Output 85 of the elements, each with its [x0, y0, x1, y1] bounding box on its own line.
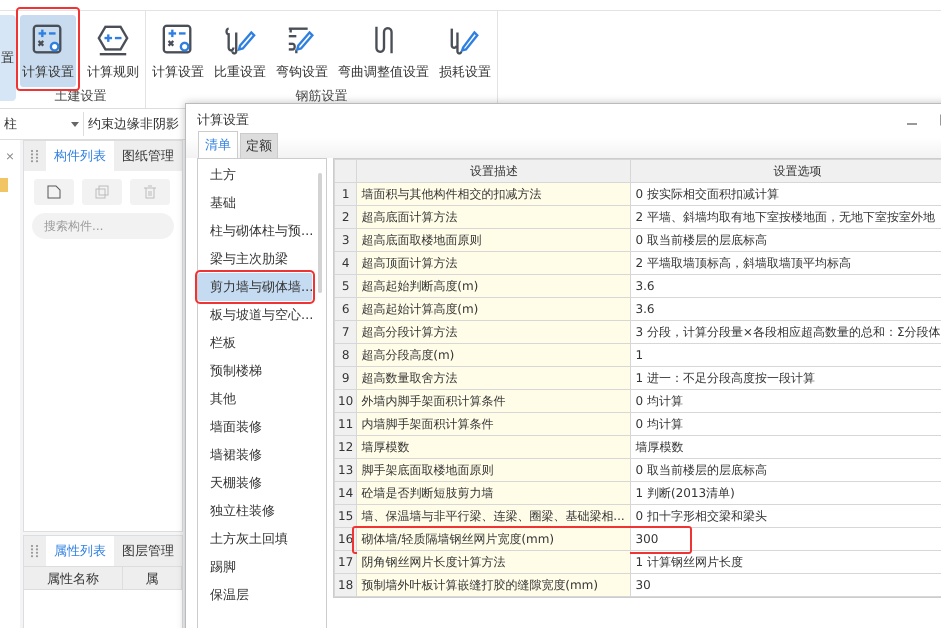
- row-number: 2: [334, 206, 357, 228]
- dialog-tab[interactable]: 定额: [240, 133, 278, 158]
- table-cell: 外墙内脚手架面积计算条件: [356, 390, 631, 412]
- table-cell: 墙厚模数: [356, 436, 631, 458]
- scrollbar[interactable]: [318, 173, 322, 293]
- dialog-title: 计算设置: [197, 112, 250, 129]
- ribbon-button[interactable]: 置: [0, 15, 16, 101]
- search-field[interactable]: 搜索构件...: [32, 213, 174, 239]
- category-item[interactable]: 墙面装修: [198, 413, 312, 441]
- row-number: 3: [334, 228, 357, 252]
- close-button[interactable]: ×: [6, 148, 14, 164]
- new-button[interactable]: [34, 179, 74, 205]
- row-number: 9: [334, 366, 357, 390]
- category-item[interactable]: 踢脚: [198, 553, 312, 581]
- delete-button[interactable]: [130, 179, 170, 205]
- category-item[interactable]: 墙裙装修: [198, 441, 312, 469]
- panel-tab[interactable]: 图层管理: [114, 536, 182, 566]
- category-item[interactable]: 板与坡道与空心...: [198, 301, 312, 329]
- row-number: 1: [334, 182, 357, 206]
- ribbon-button[interactable]: 比重设置: [212, 15, 268, 87]
- table-cell: 超高分段高度(m): [356, 344, 631, 366]
- category-item[interactable]: 基础: [198, 189, 312, 217]
- row-number: 17: [334, 550, 357, 574]
- table-cell: 墙、保温墙与非平行梁、连梁、圈梁、基础梁相...: [356, 504, 631, 528]
- category-item[interactable]: 其他: [198, 385, 312, 413]
- ribbon-button[interactable]: 计算设置: [150, 15, 206, 87]
- panel-tab[interactable]: 构件列表: [46, 141, 114, 171]
- column-header: 设置描述: [356, 160, 631, 182]
- category-item[interactable]: 剪力墙与砌体墙...: [198, 273, 312, 301]
- tag-badge: [0, 178, 8, 192]
- row-number: 7: [334, 320, 357, 344]
- category-item[interactable]: 柱与砌体柱与预...: [198, 217, 312, 245]
- category-item[interactable]: 保温层: [198, 581, 312, 609]
- ribbon-button[interactable]: 计算设置: [20, 15, 76, 87]
- document-icon: [46, 184, 62, 200]
- table-cell: 内墙脚手架面积计算条件: [356, 412, 631, 436]
- drag-handle-icon[interactable]: [30, 544, 40, 558]
- row-number: 8: [334, 344, 357, 366]
- copy-icon: [94, 184, 110, 200]
- caret-icon: [71, 122, 79, 126]
- row-number: 13: [334, 458, 357, 482]
- panel-tab[interactable]: 图纸管理: [114, 141, 182, 171]
- table-cell: 超高起始计算高度(m): [356, 298, 631, 320]
- filter-dropdown[interactable]: 柱: [0, 112, 84, 136]
- table-cell: 阴角钢丝网片长度计算方法: [356, 550, 631, 574]
- row-number: 15: [334, 504, 357, 528]
- table-cell: 超高数量取舍方法: [356, 366, 631, 390]
- category-item[interactable]: 梁与主次肋梁: [198, 245, 312, 273]
- category-item[interactable]: 土方: [198, 161, 312, 189]
- table-cell: 超高起始判断高度(m): [356, 274, 631, 298]
- ribbon-button[interactable]: 弯曲调整值设置: [336, 15, 431, 87]
- category-item[interactable]: 预制楼梯: [198, 357, 312, 385]
- category-item[interactable]: 天棚装修: [198, 469, 312, 497]
- table-cell: 超高分段计算方法: [356, 320, 631, 344]
- copy-button[interactable]: [82, 179, 122, 205]
- drag-handle-icon[interactable]: [30, 149, 40, 163]
- table-cell: 超高底面计算方法: [356, 206, 631, 228]
- row-number: 6: [334, 298, 357, 320]
- row-number: 11: [334, 412, 357, 436]
- category-item[interactable]: 土方灰土回填: [198, 525, 312, 553]
- table-cell: 脚手架底面取楼地面原则: [356, 458, 631, 482]
- row-number: 10: [334, 390, 357, 412]
- ribbon-button[interactable]: 损耗设置: [437, 15, 493, 87]
- table-cell: 超高顶面计算方法: [356, 252, 631, 274]
- table-cell: 超高底面取楼地面原则: [356, 228, 631, 252]
- category-item[interactable]: 独立柱装修: [198, 497, 312, 525]
- row-number: 14: [334, 482, 357, 504]
- category-item[interactable]: 栏板: [198, 329, 312, 357]
- column-header: 设置选项: [630, 160, 941, 182]
- ribbon-button[interactable]: 计算规则: [85, 15, 141, 87]
- row-number: 18: [334, 574, 357, 596]
- column-header: 属: [122, 567, 182, 589]
- table-cell: 墙面积与其他构件相交的扣减方法: [356, 182, 631, 206]
- trash-icon: [142, 184, 158, 200]
- hexagon-plus-minus-icon: [96, 23, 130, 57]
- table-cell: 砼墙是否判断短肢剪力墙: [356, 482, 631, 504]
- row-number: 4: [334, 252, 357, 274]
- ribbon-button[interactable]: 弯钩设置: [274, 15, 330, 87]
- dialog-tab[interactable]: 清单: [198, 131, 238, 158]
- column-header: 属性名称: [24, 567, 122, 589]
- group-label: 钢筋设置: [296, 88, 348, 106]
- row-number: 5: [334, 274, 357, 298]
- row-number: 12: [334, 436, 357, 458]
- table-cell: 预制墙外叶板计算嵌缝打胶的缝隙宽度(mm): [356, 574, 631, 596]
- panel-tab[interactable]: 属性列表: [46, 536, 114, 566]
